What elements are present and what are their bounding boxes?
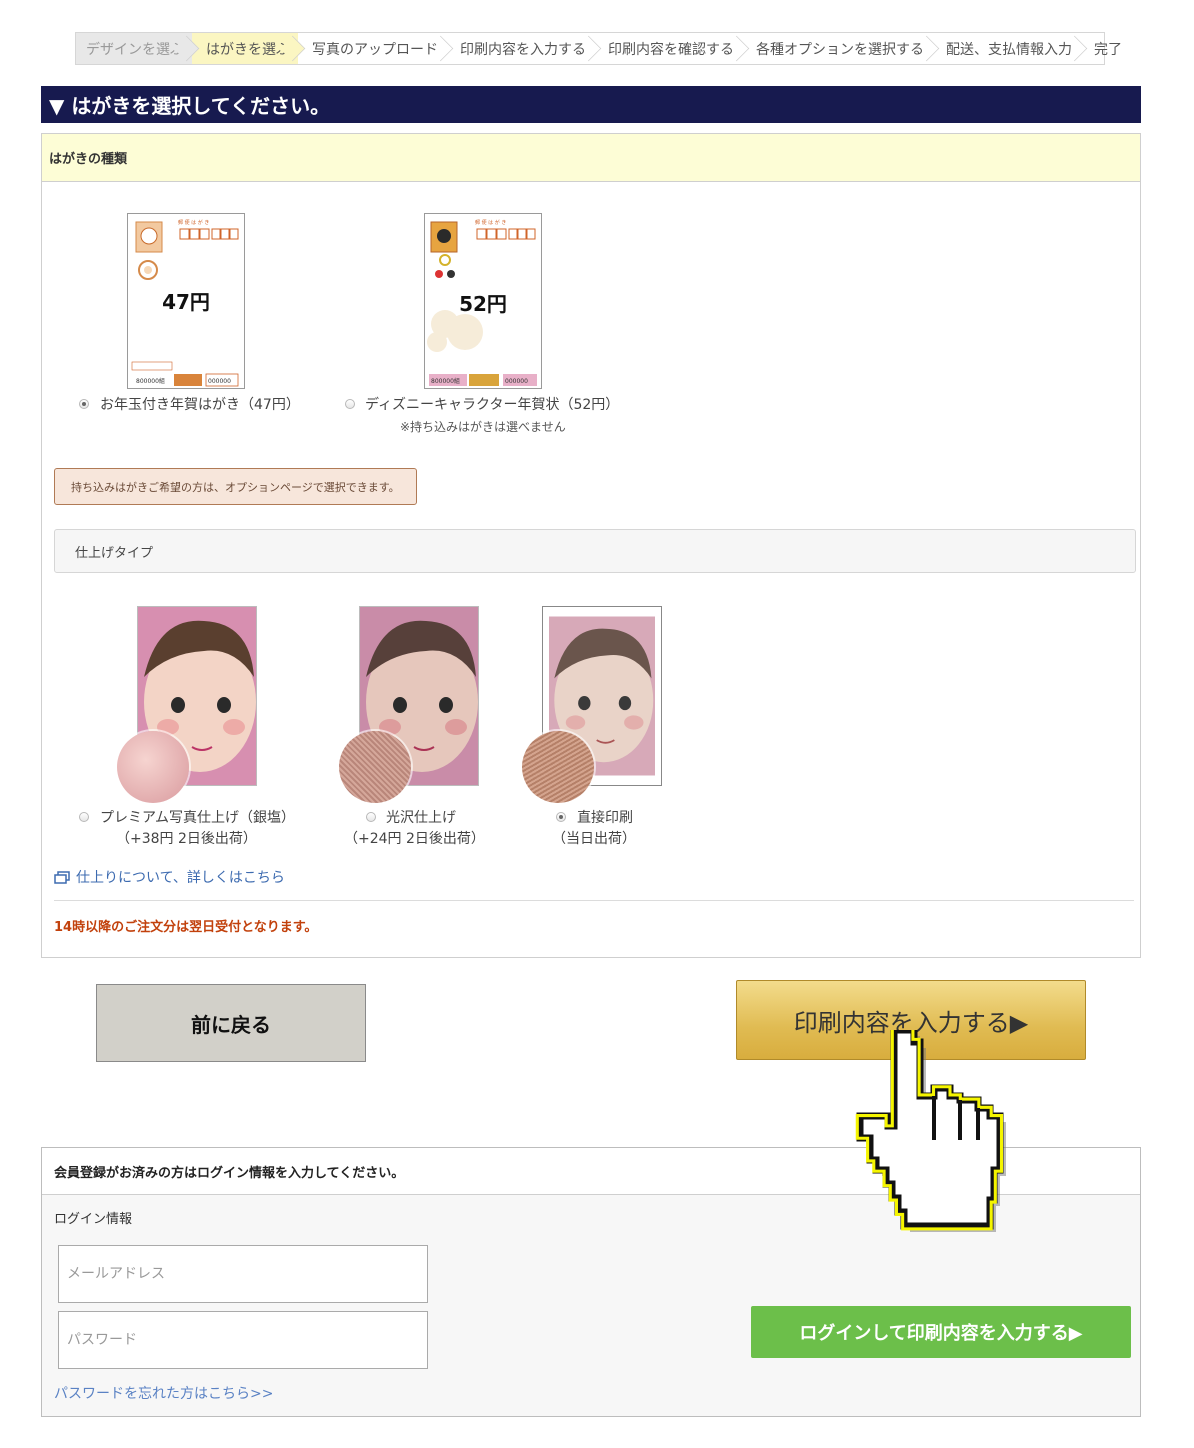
step-upload: 写真のアップロード <box>298 33 446 64</box>
progress-steps: デザインを選ぶ はがきを選ぶ 写真のアップロード 印刷内容を入力する 印刷内容を… <box>75 32 1122 65</box>
order-cutoff-warning: 14時以降のご注文分は翌日受付となります。 <box>54 920 318 935</box>
card-price-47: 47円 <box>162 290 210 314</box>
finish-zoom-gloss <box>339 731 411 803</box>
finish-sub-direct: （当日出荷） <box>552 831 636 847</box>
card-price-52: 52円 <box>459 292 507 316</box>
card-note-disney: ※持ち込みはがきは選べません <box>400 420 566 434</box>
step-complete: 完了 <box>1094 41 1122 58</box>
svg-text:000000: 000000 <box>505 378 528 385</box>
finish-zoom-premium <box>117 731 189 803</box>
finish-type-heading: 仕上げタイプ <box>54 529 1136 573</box>
card-type-heading: はがきの種類 <box>42 134 1140 182</box>
new-window-icon <box>54 870 70 884</box>
svg-text:800000組: 800000組 <box>136 377 165 385</box>
finish-label-premium[interactable]: プレミアム写真仕上げ（銀塩） <box>100 807 295 827</box>
step-confirm: 印刷内容を確認する <box>594 33 742 64</box>
step-shipping: 配送、支払情報入力 <box>932 33 1080 64</box>
finish-radio-gloss[interactable] <box>366 812 376 822</box>
card-image-otoshidama[interactable]: 郵 便 は が き 800000組 000000 47円 <box>127 213 245 389</box>
card-label-otoshidama[interactable]: お年玉付き年賀はがき（47円） <box>100 394 300 414</box>
finish-sub-gloss: （+24円 2日後出荷） <box>344 831 485 847</box>
card-radio-disney[interactable] <box>345 399 355 409</box>
finish-radio-direct[interactable] <box>556 812 566 822</box>
back-button[interactable]: 前に戻る <box>96 984 366 1062</box>
step-card: はがきを選ぶ <box>192 33 298 64</box>
step-design: デザインを選ぶ <box>76 33 192 64</box>
svg-text:000000: 000000 <box>208 378 231 385</box>
step-options: 各種オプションを選択する <box>742 33 932 64</box>
finish-details-link-text[interactable]: 仕上りについて、詳しくはこちら <box>76 867 285 887</box>
hand-cursor-icon <box>855 1030 1006 1232</box>
svg-text:郵 便 は が き: 郵 便 は が き <box>475 219 506 226</box>
finish-label-direct[interactable]: 直接印刷 <box>577 807 633 827</box>
bring-own-card-note: 持ち込みはがきご希望の方は、オプションページで選択できます。 <box>54 468 417 505</box>
card-radio-otoshidama[interactable] <box>79 399 89 409</box>
card-selection-panel: はがきの種類 郵 便 は が き 800000組 000000 47円 お年玉付… <box>41 133 1141 958</box>
svg-text:郵 便 は が き: 郵 便 は が き <box>178 219 209 226</box>
divider <box>54 900 1134 901</box>
login-info-label: ログイン情報 <box>54 1212 133 1227</box>
finish-details-link[interactable]: 仕上りについて、詳しくはこちら <box>54 867 285 887</box>
finish-zoom-direct <box>522 731 594 803</box>
finish-sub-premium: （+38円 2日後出荷） <box>116 831 257 847</box>
step-input: 印刷内容を入力する <box>446 33 594 64</box>
finish-radio-premium[interactable] <box>79 812 89 822</box>
finish-label-gloss[interactable]: 光沢仕上げ <box>386 807 456 827</box>
card-image-disney[interactable]: 郵 便 は が き 800000組 000000 52円 <box>424 213 542 389</box>
card-label-disney[interactable]: ディズニーキャラクター年賀状（52円） <box>365 394 619 414</box>
login-submit-button[interactable]: ログインして印刷内容を入力する▶ <box>751 1306 1131 1358</box>
forgot-password-link[interactable]: パスワードを忘れた方はこちら>> <box>54 1383 273 1403</box>
svg-text:800000組: 800000組 <box>431 377 460 385</box>
password-field[interactable] <box>58 1311 428 1369</box>
page-title: ▼ はがきを選択してください。 <box>41 86 1141 123</box>
email-field[interactable] <box>58 1245 428 1303</box>
